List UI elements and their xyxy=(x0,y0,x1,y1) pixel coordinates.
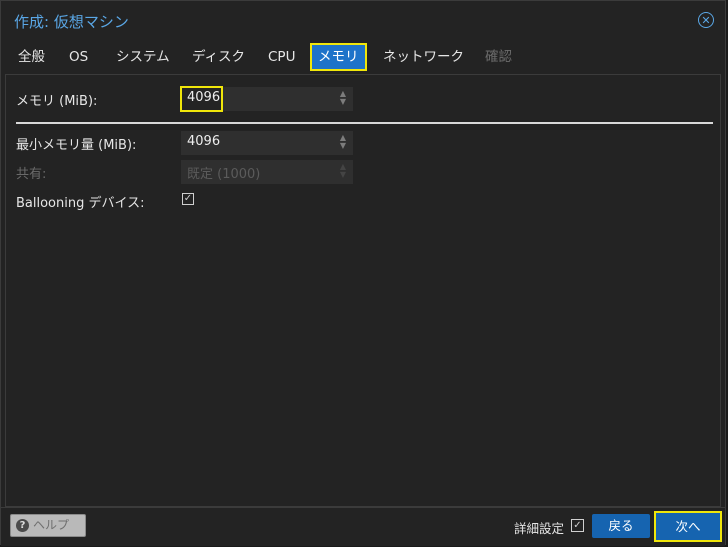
tab-disk[interactable]: ディスク xyxy=(188,43,249,71)
spinner-icon: ▲ ▼ xyxy=(339,162,347,179)
advanced-label: 詳細設定 xyxy=(514,521,565,536)
ballooning-label: Ballooning デバイス: xyxy=(16,196,145,211)
shares-input: 既定 (1000) ▲ ▼ xyxy=(181,160,353,184)
title-bar: 作成: 仮想マシン ✕ xyxy=(1,1,725,41)
tab-network[interactable]: ネットワーク xyxy=(379,43,468,71)
memory-value: 4096 xyxy=(187,90,221,105)
shares-value: 既定 (1000) xyxy=(187,167,261,182)
back-button[interactable]: 戻る xyxy=(592,514,650,538)
tab-general[interactable]: 全般 xyxy=(14,43,49,71)
memory-panel: メモリ (MiB): ▲ ▼ 4096 最小メモリ量 (MiB): 4096 ▲ ▼… xyxy=(5,74,721,507)
separator xyxy=(16,122,713,124)
create-vm-dialog: 作成: 仮想マシン ✕ 全般 OS システム ディスク CPU メモリ ネットワ… xyxy=(0,0,726,546)
tab-os[interactable]: OS xyxy=(65,43,92,71)
min-memory-input[interactable]: 4096 ▲ ▼ xyxy=(181,131,353,155)
tab-system[interactable]: システム xyxy=(112,43,174,71)
help-label: ヘルプ xyxy=(33,518,70,532)
shares-label: 共有: xyxy=(16,167,47,182)
tab-memory[interactable]: メモリ xyxy=(310,43,367,71)
spinner-icon[interactable]: ▲ ▼ xyxy=(339,134,347,150)
help-button[interactable]: ? ヘルプ xyxy=(10,514,86,537)
ballooning-checkbox[interactable]: ✓ xyxy=(182,193,194,205)
memory-label: メモリ (MiB): xyxy=(16,94,98,109)
min-memory-label: 最小メモリ量 (MiB): xyxy=(16,138,137,153)
dialog-title: 作成: 仮想マシン xyxy=(14,13,129,31)
spinner-icon[interactable]: ▲ ▼ xyxy=(339,90,347,106)
question-circle-icon: ? xyxy=(16,519,29,532)
tab-cpu[interactable]: CPU xyxy=(264,43,299,71)
min-memory-value: 4096 xyxy=(187,134,221,149)
tab-confirm: 確認 xyxy=(485,49,512,65)
memory-input[interactable]: 4096 xyxy=(180,86,223,112)
advanced-checkbox[interactable]: ✓ xyxy=(571,519,584,532)
wizard-tabs: 全般 OS システム ディスク CPU メモリ ネットワーク 確認 xyxy=(11,41,725,73)
next-button[interactable]: 次へ xyxy=(654,511,722,542)
dialog-footer: ? ヘルプ 詳細設定 ✓ 戻る 次へ xyxy=(1,507,725,546)
close-icon[interactable]: ✕ xyxy=(698,12,714,28)
